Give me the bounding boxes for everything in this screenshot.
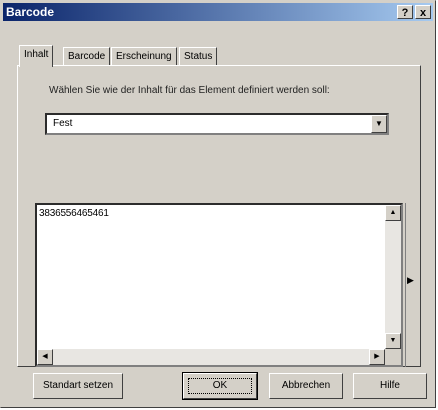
tab-barcode[interactable]: Barcode	[63, 47, 111, 65]
tab-label: Inhalt	[24, 49, 49, 60]
vertical-scrollbar[interactable]: ▲ ▼	[385, 205, 401, 349]
scroll-left-icon[interactable]: ◀	[37, 349, 53, 365]
expand-arrow-icon[interactable]: ▶	[407, 275, 414, 286]
tab-erscheinung[interactable]: Erscheinung	[111, 47, 177, 65]
cancel-button[interactable]: Abbrechen	[269, 373, 343, 399]
close-icon[interactable]: x	[415, 5, 431, 19]
tab-label: Status	[184, 51, 213, 62]
ok-button[interactable]: OK	[182, 372, 258, 400]
help-button[interactable]: Hilfe	[353, 373, 427, 399]
content-mode-select[interactable]: Fest ▼	[45, 113, 389, 135]
window-title: Barcode	[6, 5, 55, 19]
content-mode-value: Fest	[53, 118, 73, 129]
scroll-down-icon[interactable]: ▼	[385, 333, 401, 349]
help-icon[interactable]: ?	[397, 5, 413, 19]
chevron-down-icon[interactable]: ▼	[371, 115, 387, 133]
title-bar[interactable]: Barcode ? x	[3, 3, 433, 21]
focus-rect	[188, 378, 252, 394]
scrollbar-corner	[385, 349, 401, 365]
default-button-label: Standart setzen	[42, 380, 114, 391]
default-button[interactable]: Standart setzen	[33, 373, 123, 399]
horizontal-scrollbar[interactable]: ◀ ▶	[37, 349, 385, 365]
tab-status[interactable]: Status	[179, 47, 218, 65]
tab-label: Erscheinung	[116, 51, 172, 62]
cancel-button-label: Abbrechen	[281, 380, 331, 391]
scroll-up-icon[interactable]: ▲	[385, 205, 401, 221]
barcode-value-text: 3836556465461	[39, 208, 109, 219]
barcode-value-textarea[interactable]: 3836556465461 ▲ ▼ ◀ ▶	[35, 203, 403, 367]
scroll-right-icon[interactable]: ▶	[369, 349, 385, 365]
barcode-dialog: Barcode ? x Inhalt Barcode Erscheinung S…	[0, 0, 436, 408]
splitter[interactable]	[405, 203, 406, 367]
tab-label: Barcode	[68, 51, 106, 62]
instruction-label: Wählen Sie wie der Inhalt für das Elemen…	[49, 85, 330, 96]
tab-inhalt[interactable]: Inhalt	[19, 45, 54, 67]
help-button-label: Hilfe	[379, 380, 400, 391]
